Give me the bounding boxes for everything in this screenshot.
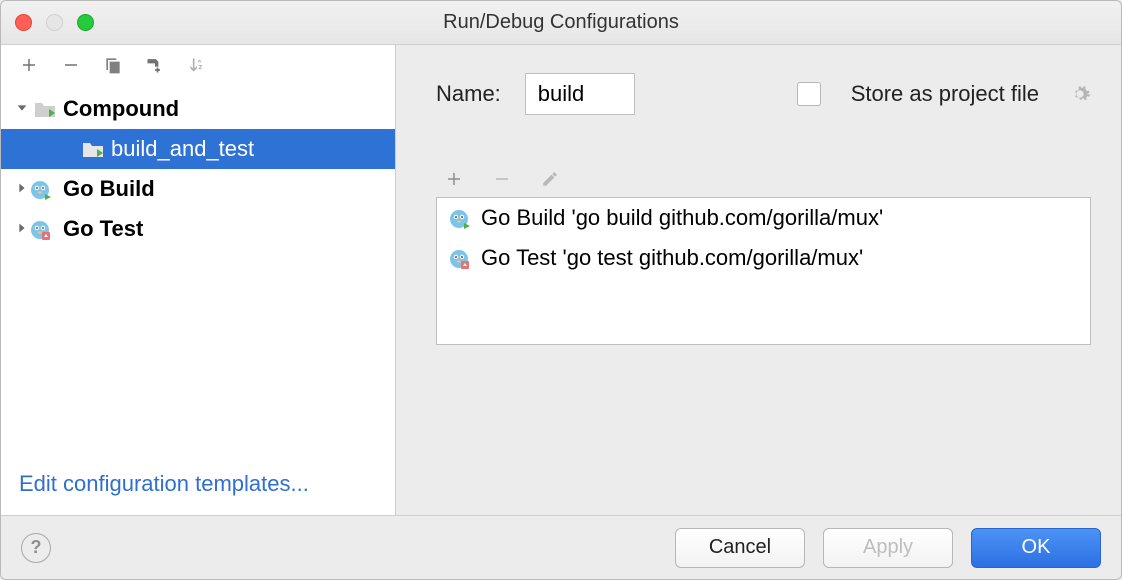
gear-icon[interactable] [1069,83,1091,105]
minus-icon[interactable] [61,55,81,75]
window-title: Run/Debug Configurations [1,11,1121,34]
configurations-tree[interactable]: Compound build_and_test [1,85,395,471]
apply-button[interactable]: Apply [823,528,953,568]
gopher-icon [447,206,471,230]
dialog-body: Compound build_and_test [1,45,1121,515]
tree-node-label: build_and_test [111,136,254,162]
chevron-down-icon [15,101,33,118]
gopher-test-icon [447,246,471,270]
tree-node-go-build[interactable]: Go Build [1,169,395,209]
pencil-icon[interactable] [540,169,560,189]
gopher-icon [33,178,57,200]
copy-icon[interactable] [103,55,123,75]
bottombar: ? Cancel Apply OK [1,515,1121,579]
edit-templates-link[interactable]: Edit configuration templates... [19,471,309,496]
store-as-project-file-checkbox[interactable] [797,82,821,106]
left-toolbar [1,45,395,85]
name-input[interactable] [525,73,635,115]
sort-icon[interactable] [187,55,207,75]
list-item-label: Go Test 'go test github.com/gorilla/mux' [481,245,863,271]
tree-node-build-and-test[interactable]: build_and_test [1,129,395,169]
tree-node-label: Go Build [63,176,155,202]
cancel-button[interactable]: Cancel [675,528,805,568]
minus-icon[interactable] [492,169,512,189]
children-toolbar [436,169,1091,189]
ok-button[interactable]: OK [971,528,1101,568]
titlebar: Run/Debug Configurations [1,1,1121,45]
help-button[interactable]: ? [21,533,51,563]
compound-folder-icon [33,98,57,120]
plus-icon[interactable] [19,55,39,75]
tree-node-go-test[interactable]: Go Test [1,209,395,249]
tree-node-label: Go Test [63,216,143,242]
configuration-form: Name: Store as project file [396,45,1121,515]
tree-node-label: Compound [63,96,179,122]
store-as-project-file-label: Store as project file [851,81,1039,107]
name-label: Name: [436,81,501,107]
list-item[interactable]: Go Test 'go test github.com/gorilla/mux' [437,238,1090,278]
plus-icon[interactable] [444,169,464,189]
gopher-test-icon [33,218,57,240]
children-list[interactable]: Go Build 'go build github.com/gorilla/mu… [436,197,1091,345]
list-item-label: Go Build 'go build github.com/gorilla/mu… [481,205,883,231]
list-item[interactable]: Go Build 'go build github.com/gorilla/mu… [437,198,1090,238]
configurations-panel: Compound build_and_test [1,45,396,515]
compound-child-icon [81,138,105,160]
save-template-icon[interactable] [145,55,165,75]
tree-node-compound[interactable]: Compound [1,89,395,129]
run-debug-configurations-window: Run/Debug Configurations [0,0,1122,580]
